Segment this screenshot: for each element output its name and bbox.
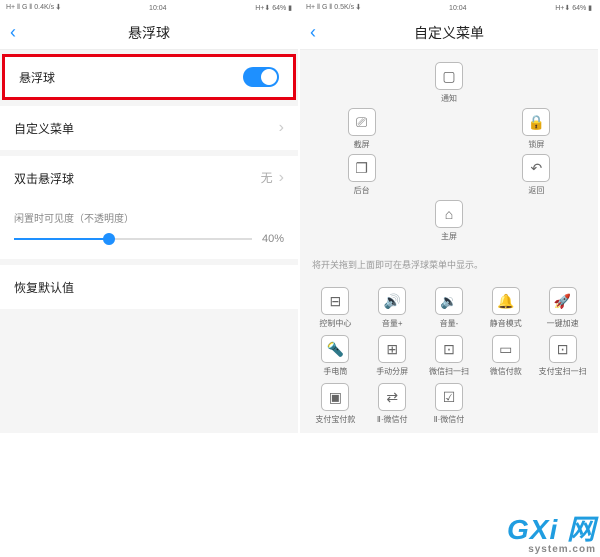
recent-icon: ❐ [348,154,376,182]
statusbar-time: 10:04 [449,5,467,12]
menu-item-recent[interactable]: ❐后台 [335,154,389,196]
wechat2b-icon: ☑ [435,383,463,411]
menu-item-home[interactable]: ⌂主屏 [422,200,476,242]
row-label: 自定义菜单 [14,120,74,137]
page-title: 自定义菜单 [414,23,484,43]
menu-item[interactable]: ⇄Ⅱ·微信付 [365,383,419,425]
alipay-scan-icon: ⊡ [549,335,577,363]
statusbar: H+ ⫴ G ⫴ 0.5K/s ⬇ 10:04 H+⬇ 64% ▮ [300,0,598,16]
slider-label: 闲置时可见度（不透明度） [14,210,284,225]
back-arrow-icon: ↶ [522,154,550,182]
control-center-icon: ⊟ [321,287,349,315]
back-icon[interactable]: ‹ [10,22,16,43]
row-reset[interactable]: 恢复默认值 [0,265,298,309]
watermark: GXi 网 system.com [507,508,596,555]
chevron-right-icon: › [279,119,284,137]
opacity-slider-section: 闲置时可见度（不透明度） 40% [0,200,298,259]
menu-item-notify[interactable]: ▢通知 [422,62,476,104]
header: ‹ 自定义菜单 [300,16,598,50]
row-custom-menu[interactable]: 自定义菜单 › [0,106,298,150]
menu-item[interactable]: 🔊音量+ [365,287,419,329]
opacity-slider[interactable] [14,238,252,240]
drag-hint: 将开关拖到上面即可在悬浮球菜单中显示。 [300,250,598,279]
lock-icon: 🔒 [522,108,550,136]
menu-item[interactable]: 🔉音量- [422,287,476,329]
menu-item[interactable]: ☑Ⅱ·微信付 [422,383,476,425]
section-options: 自定义菜单 › [0,106,298,150]
menu-item[interactable]: 🔔静音模式 [479,287,533,329]
slider-thumb[interactable] [103,233,115,245]
menu-item[interactable]: ⊡支付宝扫一扫 [536,335,590,377]
row-double-tap[interactable]: 双击悬浮球 无 › [0,156,298,200]
menu-item[interactable]: ⊞手动分屏 [365,335,419,377]
screenshot-icon: ⎚ [348,108,376,136]
alipay-pay-icon: ▣ [321,383,349,411]
menu-item[interactable]: ▣支付宝付款 [308,383,362,425]
section-double-tap: 双击悬浮球 无 › [0,156,298,200]
statusbar-network: H+ ⫴ G ⫴ 0.5K/s ⬇ [306,4,360,12]
row-value: 无 [261,171,273,185]
screen-custom-menu: H+ ⫴ G ⫴ 0.5K/s ⬇ 10:04 H+⬇ 64% ▮ ‹ 自定义菜… [300,0,598,433]
menu-item[interactable]: 🚀一键加速 [536,287,590,329]
row-floatball-toggle[interactable]: 悬浮球 [5,57,293,97]
statusbar-battery: H+⬇ 64% ▮ [555,4,592,12]
available-menu-grid: ⊟控制中心 🔊音量+ 🔉音量- 🔔静音模式 🚀一键加速 🔦手电筒 ⊞手动分屏 ⊡… [300,279,598,433]
home-icon: ⌂ [435,200,463,228]
split-screen-icon: ⊞ [378,335,406,363]
menu-item-screenshot[interactable]: ⎚截屏 [335,108,389,150]
statusbar-battery: H+⬇ 64% ▮ [255,4,292,12]
header: ‹ 悬浮球 [0,16,298,50]
wechat-scan-icon: ⊡ [435,335,463,363]
wechat2-icon: ⇄ [378,383,406,411]
slider-fill [14,238,109,240]
watermark-url: system.com [507,544,596,555]
toggle-switch[interactable] [243,67,279,87]
statusbar-network: H+ ⫴ G ⫴ 0.4K/s ⬇ [6,4,60,12]
menu-item[interactable]: ⊡微信扫一扫 [422,335,476,377]
statusbar-time: 10:04 [149,5,167,12]
row-label: 悬浮球 [19,69,55,86]
page-title: 悬浮球 [128,23,170,43]
flashlight-icon: 🔦 [321,335,349,363]
menu-item-lock[interactable]: 🔒锁屏 [509,108,563,150]
boost-icon: 🚀 [549,287,577,315]
menu-item[interactable]: ▭微信付款 [479,335,533,377]
highlight-box: 悬浮球 [2,54,296,100]
wechat-pay-icon: ▭ [492,335,520,363]
volume-down-icon: 🔉 [435,287,463,315]
section-reset: 恢复默认值 [0,265,298,309]
statusbar: H+ ⫴ G ⫴ 0.4K/s ⬇ 10:04 H+⬇ 64% ▮ [0,0,298,16]
slider-value: 40% [262,233,284,245]
chevron-right-icon: › [279,169,284,186]
menu-item-back[interactable]: ↶返回 [509,154,563,196]
watermark-brand: GXi 网 [507,514,596,545]
active-menu-grid: ▢通知 ⎚截屏 🔒锁屏 ❐后台 ↶返回 ⌂主屏 [300,50,598,250]
menu-item[interactable]: 🔦手电筒 [308,335,362,377]
row-label: 双击悬浮球 [14,170,74,187]
menu-item[interactable]: ⊟控制中心 [308,287,362,329]
back-icon[interactable]: ‹ [310,22,316,43]
mute-icon: 🔔 [492,287,520,315]
screen-floatball: H+ ⫴ G ⫴ 0.4K/s ⬇ 10:04 H+⬇ 64% ▮ ‹ 悬浮球 … [0,0,298,433]
row-label: 恢复默认值 [14,279,74,296]
notify-icon: ▢ [435,62,463,90]
volume-up-icon: 🔊 [378,287,406,315]
